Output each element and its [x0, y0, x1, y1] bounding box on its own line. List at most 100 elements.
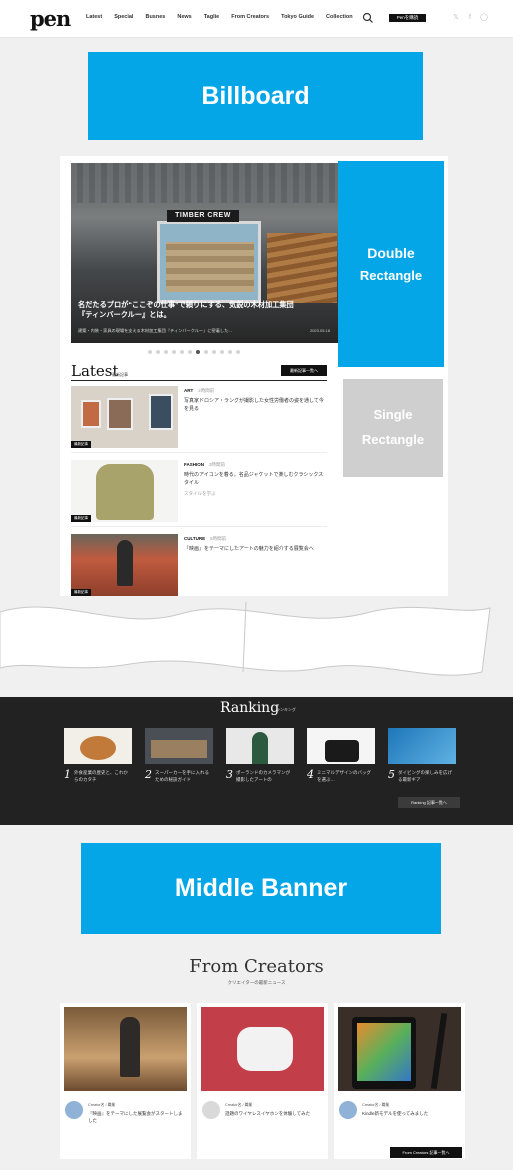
creator-post-title[interactable]: 『映画』をテーマにした展覧会がスタートしました — [88, 1110, 183, 1124]
ranking-thumbnail[interactable] — [145, 728, 213, 764]
earbuds-case-shape — [237, 1027, 293, 1071]
creator-card[interactable]: Creator名 / 職業 『映画』をテーマにした展覧会がスタートしました — [60, 1003, 191, 1159]
article-divider — [71, 452, 327, 453]
tablet-shape — [352, 1017, 416, 1089]
hero-slide[interactable]: TIMBER CREW 名だたるプロが“ここぞの仕事”で頼りにする、気鋭の木材加… — [71, 163, 338, 343]
nav-item-business[interactable]: Busnes — [145, 14, 165, 20]
ranking-heading: Ranking — [220, 700, 280, 716]
person-shape — [252, 732, 268, 764]
ranking-item[interactable]: 1 外食産業の歴史と、これからのカタチ — [64, 728, 132, 782]
billboard-ad[interactable]: Billboard — [88, 52, 423, 140]
ranking-more-button[interactable]: Ranking 記事一覧へ — [398, 797, 460, 808]
instagram-icon[interactable]: ◯ — [480, 14, 488, 22]
creator-post-title[interactable]: 話題のワイヤレスイヤホンを体験してみた — [225, 1110, 320, 1117]
ranking-thumbnail[interactable] — [307, 728, 375, 764]
slider-dots[interactable] — [148, 350, 240, 354]
facebook-icon[interactable]: f — [466, 14, 474, 22]
slider-dot[interactable] — [188, 350, 192, 354]
ranking-title[interactable]: ポーランドのカメラマンが撮影したアートの — [236, 770, 294, 783]
slider-dot[interactable] — [236, 350, 240, 354]
creator-thumbnail[interactable] — [64, 1007, 187, 1091]
search-icon[interactable] — [362, 12, 374, 24]
ranking-number: 1 — [64, 768, 71, 781]
nav-item-from-creators[interactable]: From Creators — [231, 14, 269, 20]
article-title[interactable]: 写真家ドロシア・ラングが撮影した女性労働者の姿を通して今を見る — [184, 397, 324, 413]
page-break-wave — [0, 601, 491, 676]
nav-item-special[interactable]: Special — [114, 14, 133, 20]
creator-thumbnail[interactable] — [338, 1007, 461, 1091]
slider-dot[interactable] — [212, 350, 216, 354]
slider-dot[interactable] — [204, 350, 208, 354]
hero-title-line-1: 名だたるプロが“ここぞの仕事”で頼りにする、気鋭の木材加工集団 — [78, 300, 294, 309]
bag-shape — [325, 740, 359, 762]
nav-item-latest[interactable]: Latest — [86, 14, 102, 20]
slider-dot[interactable] — [220, 350, 224, 354]
slider-dot[interactable] — [196, 350, 200, 354]
article-category: ART 2時間前 — [184, 388, 214, 394]
article-thumbnail[interactable]: 最新記事 — [71, 534, 178, 596]
creators-heading: From Creators — [189, 956, 324, 977]
avatar[interactable] — [202, 1101, 220, 1119]
single-rectangle-ad-line-2: Rectangle — [361, 432, 425, 447]
pen-shape — [430, 1012, 448, 1090]
scene-shape — [151, 740, 207, 758]
avatar[interactable] — [65, 1101, 83, 1119]
nav-item-collection[interactable]: Collection — [326, 14, 353, 20]
article-title[interactable]: 時代のアイコンを着る。名品ジャケットで楽しむクラシックスタイル — [184, 471, 324, 487]
ranking-title[interactable]: スーパーカーを手に入れるための秘訣ガイド — [155, 770, 213, 783]
creator-name[interactable]: Creator名 / 職業 — [362, 1103, 389, 1108]
subscribe-button[interactable]: Penを購読 — [389, 14, 426, 22]
slider-dot[interactable] — [148, 350, 152, 354]
article-badge: 最新記事 — [71, 441, 91, 448]
artwork-shape — [149, 394, 173, 430]
slider-dot[interactable] — [156, 350, 160, 354]
creator-post-title[interactable]: Kindle新モデルを使ってみました — [362, 1110, 457, 1117]
article-badge: 最新記事 — [71, 589, 91, 596]
article-card[interactable]: 最新記事 CULTURE 5時間前 『映画』をテーマにしたアートの魅力を紹介する展… — [71, 534, 327, 596]
creator-card[interactable]: Creator名 / 職業 話題のワイヤレスイヤホンを体験してみた — [197, 1003, 328, 1159]
ranking-title[interactable]: ミニマルデザインのバッグを選ぶ… — [317, 770, 375, 783]
main-nav: Latest Special Busnes News Taglie From C… — [86, 14, 353, 20]
slider-dot[interactable] — [172, 350, 176, 354]
creators-more-button[interactable]: From Creators 記事一覧へ — [390, 1147, 462, 1158]
slider-dot[interactable] — [180, 350, 184, 354]
nav-item-tokyo-guide[interactable]: Tokyo Guide — [281, 14, 314, 20]
category-label: ART — [184, 388, 194, 393]
article-category: CULTURE 5時間前 — [184, 536, 226, 542]
article-title[interactable]: 『映画』をテーマにしたアートの魅力を紹介する展覧会へ — [184, 545, 324, 553]
hero-date: 2023.05.18 — [309, 328, 330, 333]
ranking-item[interactable]: 3 ポーランドのカメラマンが撮影したアートの — [226, 728, 294, 782]
article-category: FASHION 3時間前 — [184, 462, 225, 468]
double-rectangle-ad[interactable]: Double Rectangle — [338, 161, 444, 367]
nav-item-news[interactable]: News — [177, 14, 191, 20]
ranking-thumbnail[interactable] — [226, 728, 294, 764]
article-thumbnail[interactable]: 最新記事 — [71, 386, 178, 448]
creator-card[interactable]: Creator名 / 職業 Kindle新モデルを使ってみました — [334, 1003, 465, 1159]
ranking-title[interactable]: ダイビングの楽しみを広げる最新ギア — [398, 770, 456, 783]
ranking-title[interactable]: 外食産業の歴史と、これからのカタチ — [74, 770, 132, 783]
slider-dot[interactable] — [164, 350, 168, 354]
hero-meta: 建築・内装・家具の現場を支える木材加工集団『ティンバークルー』に密着した... — [78, 328, 232, 333]
site-logo[interactable]: pen — [30, 6, 71, 31]
hero-title: 名だたるプロが“ここぞの仕事”で頼りにする、気鋭の木材加工集団 『ティンバークル… — [78, 300, 328, 320]
ranking-item[interactable]: 4 ミニマルデザインのバッグを選ぶ… — [307, 728, 375, 782]
latest-more-button[interactable]: 最新記事一覧へ — [281, 365, 327, 376]
hero-title-line-2: 『ティンバークルー』とは。 — [78, 310, 171, 319]
article-card[interactable]: 最新記事 ART 2時間前 写真家ドロシア・ラングが撮影した女性労働者の姿を通して… — [71, 386, 327, 448]
ranking-thumbnail[interactable] — [388, 728, 456, 764]
ranking-item[interactable]: 5 ダイビングの楽しみを広げる最新ギア — [388, 728, 456, 782]
middle-banner-ad[interactable]: Middle Banner — [81, 843, 441, 934]
ranking-number: 2 — [145, 768, 152, 781]
single-rectangle-ad[interactable]: Single Rectangle — [343, 379, 443, 477]
creator-thumbnail[interactable] — [201, 1007, 324, 1091]
article-card[interactable]: 最新記事 FASHION 3時間前 時代のアイコンを着る。名品ジャケットで楽しむク… — [71, 460, 327, 522]
ranking-thumbnail[interactable] — [64, 728, 132, 764]
avatar[interactable] — [339, 1101, 357, 1119]
creator-name[interactable]: Creator名 / 職業 — [88, 1103, 115, 1108]
article-thumbnail[interactable]: 最新記事 — [71, 460, 178, 522]
twitter-icon[interactable]: 𝕏 — [452, 14, 460, 22]
nav-item-taglie[interactable]: Taglie — [204, 14, 220, 20]
creator-name[interactable]: Creator名 / 職業 — [225, 1103, 252, 1108]
slider-dot[interactable] — [228, 350, 232, 354]
ranking-item[interactable]: 2 スーパーカーを手に入れるための秘訣ガイド — [145, 728, 213, 782]
